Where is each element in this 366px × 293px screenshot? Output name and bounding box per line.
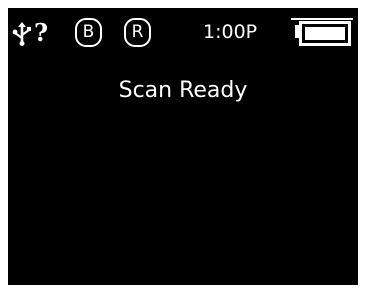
scan-status-message: Scan Ready [118, 78, 248, 103]
clock-time: 1:00P [203, 21, 258, 43]
connection-status-text: ? [34, 18, 49, 47]
device-screen: ? B R 1:00P Scan Ready [8, 8, 358, 285]
battery-full-icon [291, 18, 353, 46]
usb-icon [12, 22, 31, 46]
badge-b: B [75, 18, 102, 47]
battery-fill [305, 27, 345, 40]
status-bar: ? B R 1:00P [8, 8, 358, 58]
badge-r: R [124, 18, 151, 47]
